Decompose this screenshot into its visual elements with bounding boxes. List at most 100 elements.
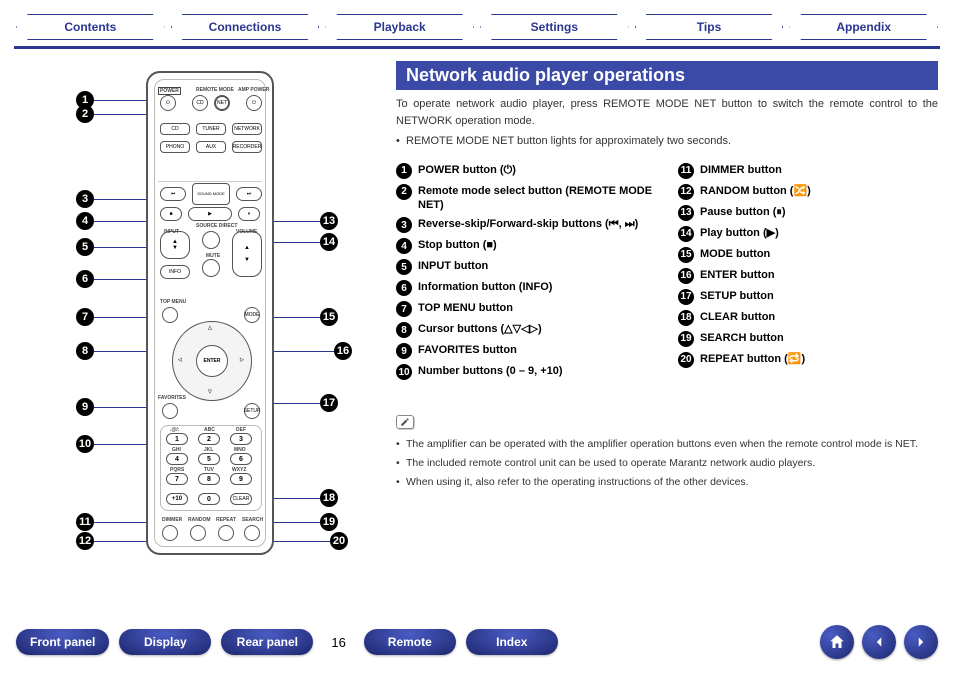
callout-5: 5: [76, 238, 94, 256]
tab-connections[interactable]: Connections: [171, 14, 320, 40]
key-18-label: CLEAR button: [700, 310, 938, 324]
key-19-label: SEARCH button: [700, 331, 938, 345]
key-1: 1: [166, 433, 188, 445]
source-cd: CD: [160, 123, 190, 135]
tab-contents[interactable]: Contents: [16, 14, 165, 40]
key-8-label: Cursor buttons (△▽◁▷): [418, 322, 656, 336]
callout-14: 14: [320, 233, 338, 251]
power-button: ⏻: [160, 95, 176, 111]
remote-mode-cd-button: CD: [192, 95, 208, 111]
label-dimmer: DIMMER: [162, 517, 182, 523]
stop-button: ■: [160, 207, 182, 221]
key-14-label: Play button (▶): [700, 226, 938, 240]
tab-tips[interactable]: Tips: [635, 14, 784, 40]
key-11-label: DIMMER button: [700, 163, 938, 177]
key-6: 6: [230, 453, 252, 465]
key-15-label: MODE button: [700, 247, 938, 261]
source-aux: AUX: [196, 141, 226, 153]
intro-bullet: REMOTE MODE NET button lights for approx…: [406, 133, 938, 150]
nav-rear-panel[interactable]: Rear panel: [221, 629, 313, 655]
callout-6: 6: [76, 270, 94, 288]
key-2: 2: [198, 433, 220, 445]
nav-index[interactable]: Index: [466, 629, 558, 655]
divider: [14, 46, 940, 49]
amp-power-button: ⏻: [246, 95, 262, 111]
prev-icon[interactable]: [862, 625, 896, 659]
forward-skip-button: ⏭: [236, 187, 262, 201]
callout-4: 4: [76, 212, 94, 230]
note-item: The amplifier can be operated with the a…: [406, 437, 938, 453]
key-10-label: Number buttons (0 – 9, +10): [418, 364, 656, 378]
callout-7: 7: [76, 308, 94, 326]
clear-button: CLEAR: [230, 493, 252, 505]
key-12-label: RANDOM button (🔀): [700, 184, 938, 198]
remote-diagram: 1 2 3 4 5 6 7 8 9 10 11 12 13 14 15 16 1…: [16, 61, 376, 561]
label-repeat: REPEAT: [216, 517, 236, 523]
key-17-label: SETUP button: [700, 289, 938, 303]
callout-16: 16: [334, 342, 352, 360]
source-recorder: RECORDER: [232, 141, 262, 153]
key-16-label: ENTER button: [700, 268, 938, 282]
callout-3: 3: [76, 190, 94, 208]
intro-text: To operate network audio player, press R…: [396, 96, 938, 129]
source-network: NETWORK: [232, 123, 262, 135]
nav-front-panel[interactable]: Front panel: [16, 629, 109, 655]
input-rocker: ▲▼: [160, 231, 190, 259]
tab-appendix[interactable]: Appendix: [789, 14, 938, 40]
key-1-label: POWER button (⏻): [418, 163, 656, 177]
page-number: 16: [331, 635, 345, 650]
note-item: When using it, also refer to the operati…: [406, 475, 938, 491]
dimmer-button: [162, 525, 178, 541]
play-button: ▶: [188, 207, 232, 221]
volume-rocker: ▲▼: [232, 231, 262, 277]
label-search: SEARCH: [242, 517, 263, 523]
tab-settings[interactable]: Settings: [480, 14, 629, 40]
home-icon[interactable]: [820, 625, 854, 659]
enter-button: ENTER: [196, 345, 228, 377]
label-top-menu: TOP MENU: [160, 299, 186, 305]
notes-block: The amplifier can be operated with the a…: [396, 415, 938, 490]
key-6-label: Information button (INFO): [418, 280, 656, 294]
label-remote-mode: REMOTE MODE: [196, 87, 234, 93]
key-20-label: REPEAT button (🔁): [700, 352, 938, 366]
key-0: 0: [198, 493, 220, 505]
section-title: Network audio player operations: [396, 61, 938, 90]
key-4-label: Stop button (■): [418, 238, 656, 252]
key-9: 9: [230, 473, 252, 485]
key-col-left: 1POWER button (⏻) 2Remote mode select bu…: [396, 158, 656, 386]
label-source-direct: SOURCE DIRECT: [196, 223, 237, 229]
label-volume: VOLUME: [236, 229, 257, 235]
label-favorites: FAVORITES: [158, 395, 186, 401]
callout-18: 18: [320, 489, 338, 507]
next-icon[interactable]: [904, 625, 938, 659]
callout-12: 12: [76, 532, 94, 550]
nav-display[interactable]: Display: [119, 629, 211, 655]
setup-button: SETUP: [244, 403, 260, 419]
remote-diagram-column: 1 2 3 4 5 6 7 8 9 10 11 12 13 14 15 16 1…: [16, 61, 376, 561]
callout-10: 10: [76, 435, 94, 453]
pencil-icon: [396, 415, 414, 429]
label-mute: MUTE: [206, 253, 220, 259]
remote-body: POWER REMOTE MODE AMP POWER ⏻ CD NET ⏻ C…: [146, 71, 274, 555]
key-4: 4: [166, 453, 188, 465]
tab-playback[interactable]: Playback: [325, 14, 474, 40]
callout-20: 20: [330, 532, 348, 550]
label-random: RANDOM: [188, 517, 211, 523]
manual-page: Contents Connections Playback Settings T…: [0, 0, 954, 673]
callout-13: 13: [320, 212, 338, 230]
callout-9: 9: [76, 398, 94, 416]
pause-button: ⏸: [238, 207, 260, 221]
nav-remote[interactable]: Remote: [364, 629, 456, 655]
top-tabs: Contents Connections Playback Settings T…: [16, 14, 938, 40]
source-phono: PHONO: [160, 141, 190, 153]
key-3: 3: [230, 433, 252, 445]
key-5-label: INPUT button: [418, 259, 656, 273]
info-button: INFO: [160, 265, 190, 279]
key-col-right: 11DIMMER button 12RANDOM button (🔀) 13Pa…: [678, 158, 938, 386]
key-3-label: Reverse-skip/Forward-skip buttons (⏮, ⏭): [418, 217, 656, 231]
callout-19: 19: [320, 513, 338, 531]
reverse-skip-button: ⏮: [160, 187, 186, 201]
source-direct-button: [202, 231, 220, 249]
key-2-label: Remote mode select button (REMOTE MODE N…: [418, 184, 656, 213]
key-9-label: FAVORITES button: [418, 343, 656, 357]
